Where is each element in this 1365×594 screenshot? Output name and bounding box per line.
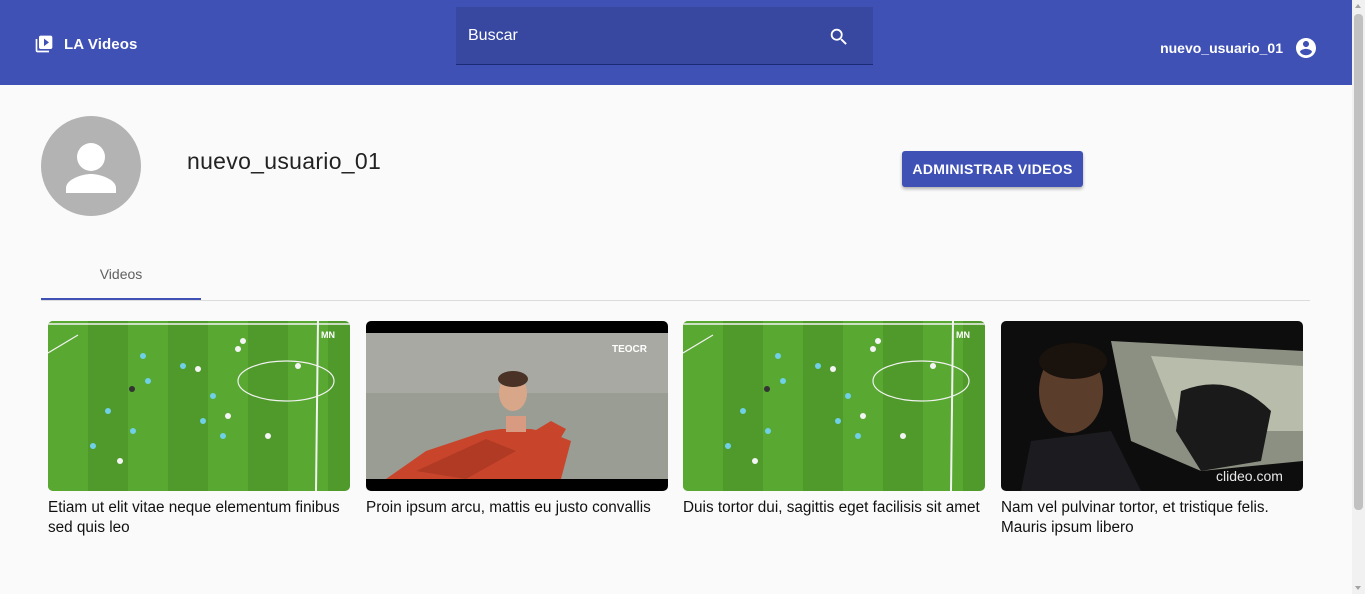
- video-library-icon: [35, 35, 53, 53]
- watermark: MN: [956, 330, 970, 340]
- scrollbar-thumb[interactable]: [1354, 14, 1363, 510]
- video-card[interactable]: clideo.com Nam vel pulvinar tortor, et t…: [1001, 321, 1303, 538]
- video-card[interactable]: MN Etiam ut elit vitae neque elementum f…: [48, 321, 350, 538]
- scroll-down-icon[interactable]: [1355, 586, 1361, 590]
- tab-videos[interactable]: Videos: [41, 250, 201, 300]
- video-card[interactable]: TEOCR Proin ipsum arcu, mattis eu justo …: [366, 321, 668, 518]
- video-thumbnail[interactable]: MN: [48, 321, 350, 491]
- page-scrollbar[interactable]: [1352, 0, 1365, 594]
- video-title[interactable]: Nam vel pulvinar tortor, et tristique fe…: [1001, 498, 1303, 538]
- video-thumbnail[interactable]: clideo.com: [1001, 321, 1303, 491]
- person-icon: [66, 143, 116, 193]
- account-circle-icon[interactable]: [1294, 36, 1318, 60]
- video-title[interactable]: Duis tortor dui, sagittis eget facilisis…: [683, 498, 985, 518]
- brand-title: LA Videos: [64, 35, 138, 53]
- manage-videos-button[interactable]: ADMINISTRAR VIDEOS: [902, 151, 1083, 187]
- video-title[interactable]: Proin ipsum arcu, mattis eu justo conval…: [366, 498, 668, 518]
- watermark: MN: [321, 330, 335, 340]
- video-thumbnail[interactable]: MN: [683, 321, 985, 491]
- profile-name: nuevo_usuario_01: [187, 148, 382, 174]
- watermark: TEOCR: [612, 344, 648, 355]
- search-bar: [456, 7, 873, 65]
- profile-avatar: [41, 116, 141, 216]
- brand-link[interactable]: LA Videos: [34, 34, 137, 54]
- profile-tabs: Videos: [41, 250, 1310, 301]
- watermark: clideo.com: [1216, 468, 1283, 484]
- video-thumbnail[interactable]: TEOCR: [366, 321, 668, 491]
- video-card[interactable]: MN Duis tortor dui, sagittis eget facili…: [683, 321, 985, 518]
- video-title[interactable]: Etiam ut elit vitae neque elementum fini…: [48, 498, 350, 538]
- app-bar: LA Videos nuevo_usuario_01: [0, 0, 1352, 85]
- header-username: nuevo_usuario_01: [1160, 40, 1283, 56]
- user-menu[interactable]: nuevo_usuario_01: [1160, 36, 1318, 60]
- search-input[interactable]: [456, 7, 816, 65]
- search-icon[interactable]: [828, 26, 850, 48]
- scroll-up-icon[interactable]: [1355, 4, 1361, 8]
